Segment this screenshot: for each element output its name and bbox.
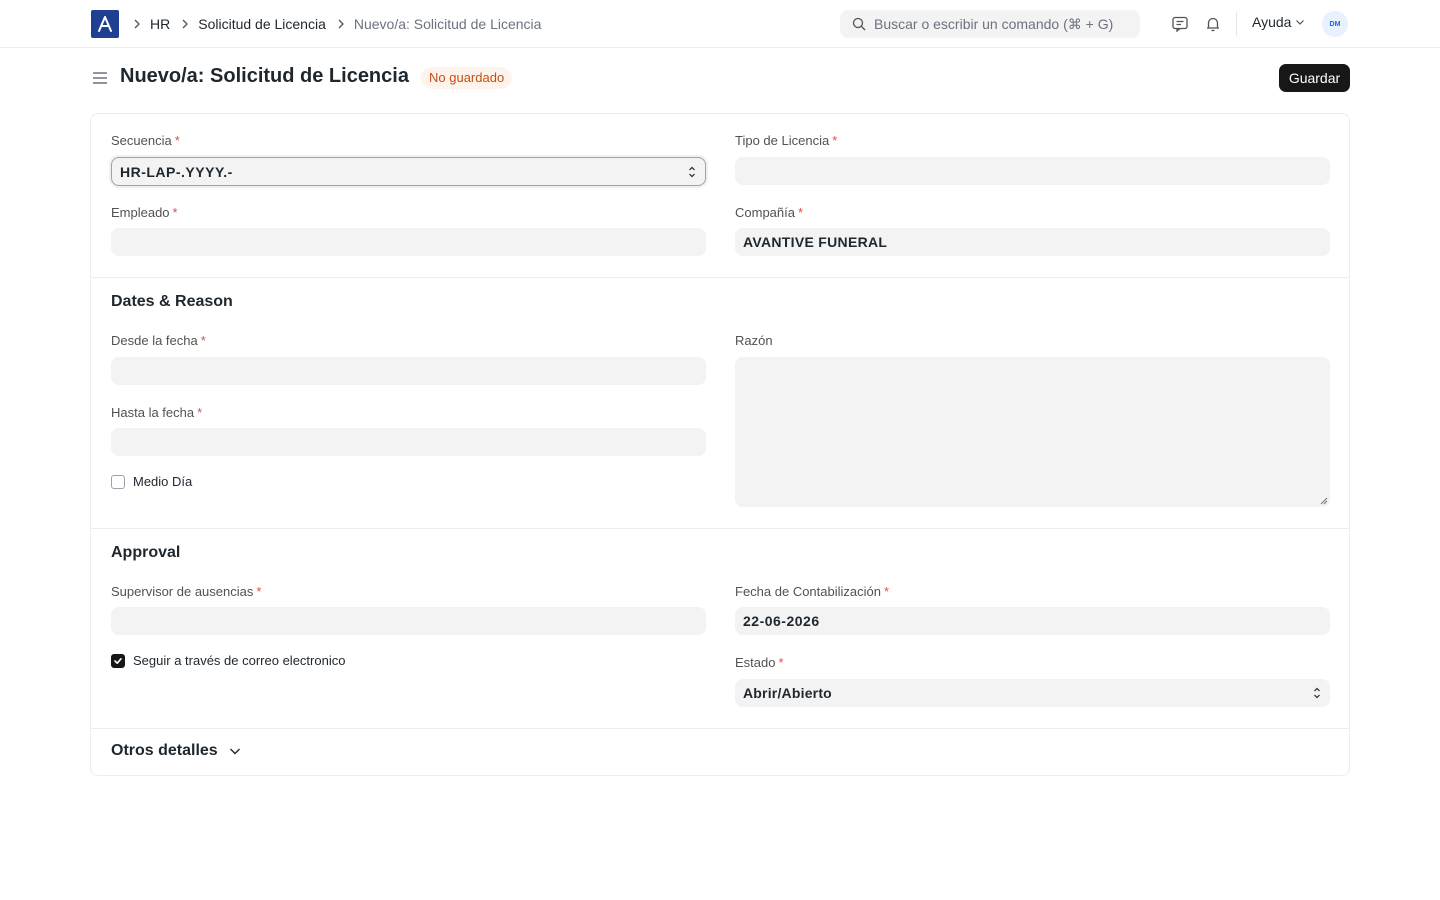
fecha-contabilizacion-label: Fecha de Contabilización * [735, 584, 890, 599]
secuencia-label: Secuencia * [111, 133, 180, 148]
seguir-checkbox-row[interactable]: Seguir a través de correo electronico [111, 653, 345, 668]
secuencia-value: HR-LAP-.YYYY.- [120, 163, 233, 180]
section-title-dates: Dates & Reason [111, 293, 233, 310]
section-divider [91, 528, 1349, 529]
medio-dia-label: Medio Día [133, 474, 193, 489]
fecha-contabilizacion-value: 22-06-2026 [743, 613, 820, 629]
estado-value: Abrir/Abierto [743, 685, 832, 701]
status-badge: No guardado [421, 67, 513, 89]
form-card: Secuencia * HR-LAP-.YYYY.- Tipo de Licenc… [90, 113, 1350, 776]
hasta-fecha-label: Hasta la fecha * [111, 405, 203, 420]
seguir-checkbox[interactable] [111, 653, 125, 668]
section-title-otros: Otros detalles [111, 742, 218, 759]
tipo-licencia-input[interactable] [735, 157, 1330, 185]
razon-textarea[interactable] [735, 357, 1330, 507]
sidebar-toggle-icon[interactable] [92, 70, 108, 86]
breadcrumb-solicitud-licencia[interactable]: Solicitud de Licencia [198, 16, 326, 32]
resize-grip-icon[interactable] [1320, 497, 1328, 505]
breadcrumb-current: Nuevo/a: Solicitud de Licencia [353, 16, 542, 32]
secuencia-select[interactable]: HR-LAP-.YYYY.- [111, 157, 706, 186]
chevron-right-icon [132, 19, 142, 29]
empleado-label: Empleado * [111, 205, 178, 220]
chat-icon[interactable] [1170, 14, 1190, 34]
avatar-initials: DM [1329, 20, 1341, 28]
chevron-down-icon [229, 748, 240, 755]
search-bar[interactable] [840, 10, 1140, 38]
help-label: Ayuda [1252, 14, 1292, 30]
chevron-right-icon [180, 19, 190, 29]
app-logo[interactable] [91, 10, 119, 38]
select-arrows-icon [1314, 687, 1320, 699]
page-title: Nuevo/a: Solicitud de Licencia [120, 65, 409, 87]
chevron-down-icon [1296, 20, 1305, 25]
fecha-contabilizacion-input[interactable]: 22-06-2026 [735, 607, 1330, 635]
logo-icon [98, 16, 112, 32]
section-title-approval: Approval [111, 544, 181, 561]
compania-label: Compañía * [735, 205, 804, 220]
breadcrumb-hr[interactable]: HR [150, 16, 170, 32]
search-icon [852, 17, 866, 31]
estado-label: Estado * [735, 655, 784, 670]
empleado-input[interactable] [111, 228, 706, 256]
tipo-licencia-label: Tipo de Licencia * [735, 133, 838, 148]
desde-fecha-input[interactable] [111, 357, 706, 385]
help-dropdown[interactable]: Ayuda [1252, 14, 1305, 30]
compania-value: AVANTIVE FUNERAL [743, 234, 888, 250]
otros-detalles-toggle[interactable]: Otros detalles [111, 742, 242, 760]
search-input[interactable] [874, 16, 1134, 32]
save-button[interactable]: Guardar [1279, 64, 1350, 92]
seguir-label: Seguir a través de correo electronico [133, 653, 346, 668]
hasta-fecha-input[interactable] [111, 428, 706, 456]
section-divider [91, 728, 1349, 729]
chevron-right-icon [336, 19, 346, 29]
medio-dia-checkbox-row[interactable]: Medio Día [111, 474, 192, 489]
razon-label: Razón [735, 333, 773, 348]
top-navbar: HR Solicitud de Licencia Nuevo/a: Solici… [0, 0, 1440, 48]
supervisor-label: Supervisor de ausencias * [111, 584, 262, 599]
supervisor-input[interactable] [111, 607, 706, 635]
select-arrows-icon [689, 166, 695, 177]
medio-dia-checkbox[interactable] [111, 474, 125, 489]
compania-input[interactable]: AVANTIVE FUNERAL [735, 228, 1330, 256]
desde-fecha-label: Desde la fecha * [111, 333, 206, 348]
navbar-divider [1236, 12, 1237, 36]
section-divider [91, 277, 1349, 278]
bell-icon[interactable] [1203, 14, 1223, 34]
estado-select[interactable]: Abrir/Abierto [735, 679, 1330, 707]
avatar[interactable]: DM [1322, 11, 1348, 37]
breadcrumb: HR Solicitud de Licencia Nuevo/a: Solici… [132, 0, 551, 48]
checkmark-icon [114, 657, 122, 664]
